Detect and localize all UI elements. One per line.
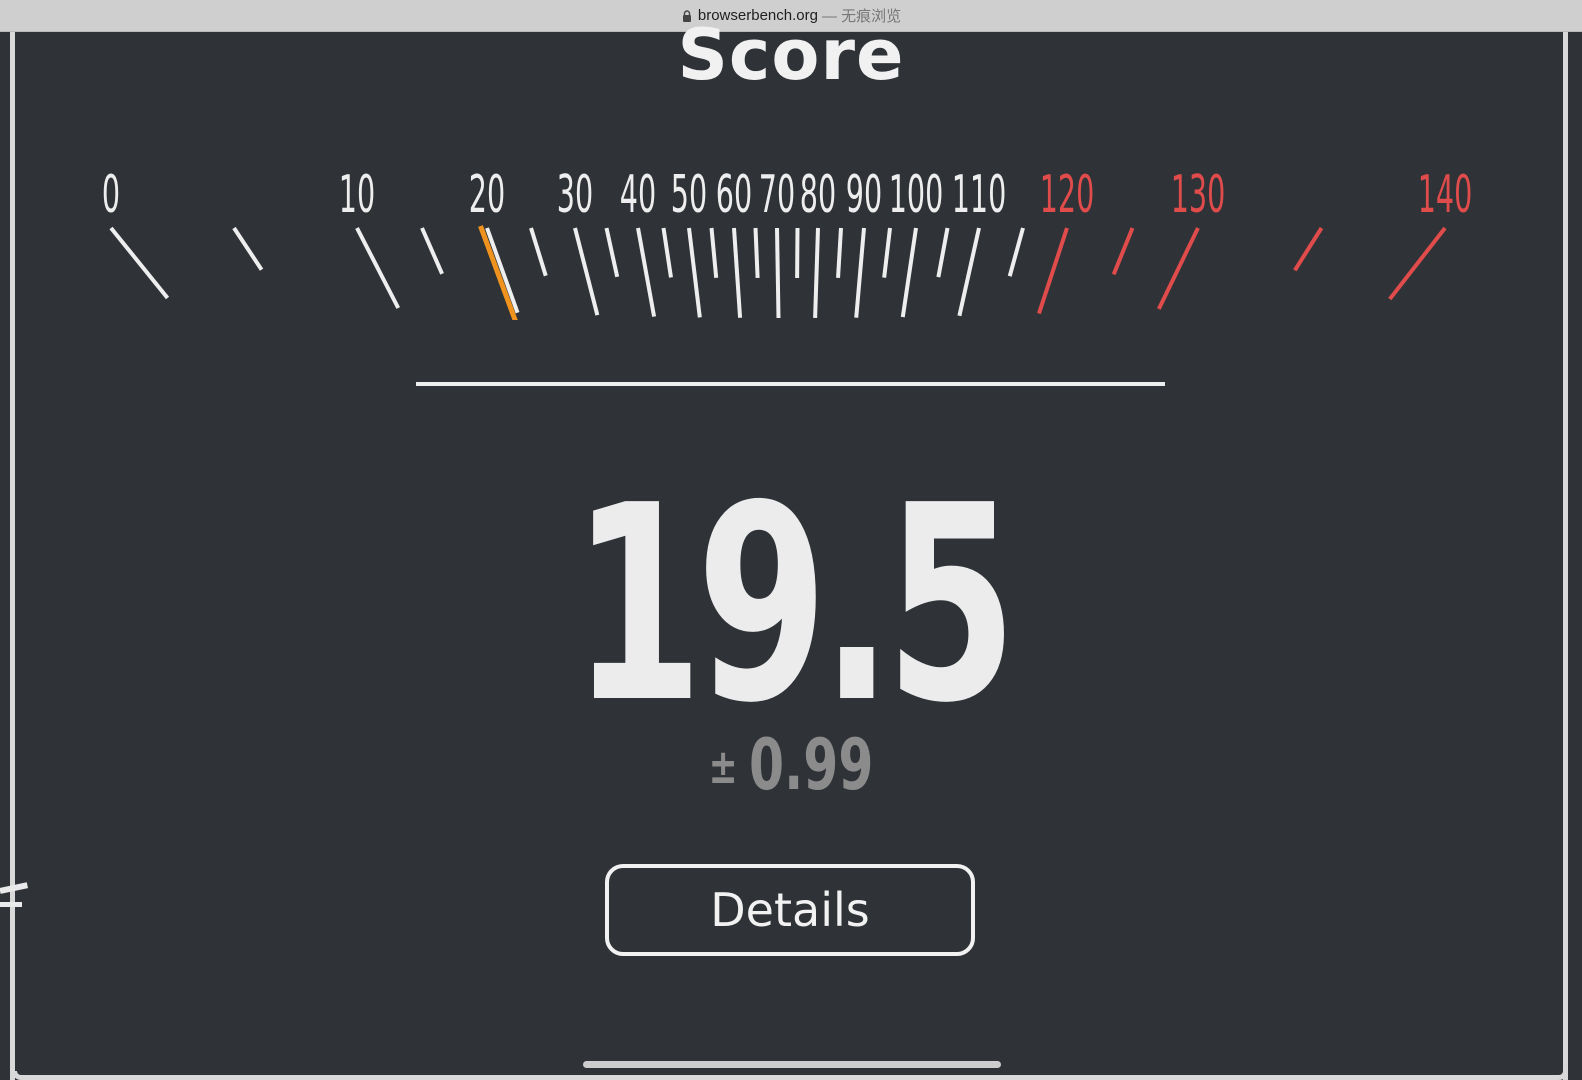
gauge-minor-tick (604, 227, 620, 278)
gauge-label: 90 (846, 164, 882, 225)
gauge-minor-tick (420, 227, 444, 275)
gauge-major-tick (854, 227, 866, 318)
gauge-minor-tick (1007, 227, 1025, 277)
score-error: ±0.99 (221, 730, 1360, 802)
gauge-minor-tick (882, 227, 892, 278)
gauge-major-tick (732, 227, 743, 318)
gauge-label: 20 (469, 164, 505, 225)
gauge-label: 80 (800, 164, 836, 225)
plus-minus-sign: ± (708, 739, 738, 795)
gauge-minor-tick (232, 226, 264, 271)
gauge-major-tick (573, 227, 600, 316)
gauge-major-tick (775, 227, 781, 319)
gauge-major-tick (485, 227, 520, 314)
home-indicator[interactable] (583, 1061, 1001, 1068)
gauge-major-tick (1388, 226, 1447, 301)
gauge-label: 30 (557, 164, 593, 225)
gauge-label: 40 (620, 164, 656, 225)
gauge-minor-tick (1111, 227, 1135, 276)
frame-bottom-edge (12, 1071, 1568, 1080)
gauge-major-tick (1037, 227, 1069, 315)
score-gauge: 0 10 20 30 40 50 60 70 80 90 100 110 120 130 140 (102, 164, 1473, 320)
gauge-label: 120 (1040, 164, 1095, 225)
gauge-label: 10 (339, 164, 375, 225)
error-value: 0.99 (749, 724, 874, 806)
gauge-major-tick (355, 227, 401, 309)
gauge-label: 140 (1418, 164, 1473, 225)
divider (416, 382, 1165, 386)
gauge-major-tick (957, 227, 981, 317)
gauge-major-tick (1157, 227, 1200, 310)
details-button[interactable]: Details (605, 864, 975, 956)
gauge-label: 130 (1171, 164, 1226, 225)
frame-tick-mark-lower (0, 902, 22, 907)
gauge-minor-tick (709, 227, 719, 278)
gauge-minor-tick (529, 227, 548, 277)
gauge-label: 110 (952, 164, 1007, 225)
gauge-minor-tick (753, 227, 760, 279)
gauge-label: 50 (671, 164, 707, 225)
gauge-major-tick (813, 227, 820, 319)
gauge-minor-tick (661, 227, 673, 278)
score-value: 19.5 (571, 447, 1017, 762)
gauge-minor-tick (936, 227, 950, 278)
gauge-major-tick (109, 226, 170, 300)
gauge-label: 0 (102, 164, 120, 225)
gauge-minor-tick (1293, 226, 1324, 272)
gauge-major-tick (687, 227, 702, 318)
gauge-major-tick (636, 227, 657, 317)
gauge-major-tick (900, 227, 918, 318)
gauge-label: 70 (759, 164, 795, 225)
gauge-minor-tick (836, 227, 843, 279)
gauge-label: 60 (716, 164, 752, 225)
page-title: Score (677, 14, 905, 96)
gauge-label: 100 (889, 164, 944, 225)
